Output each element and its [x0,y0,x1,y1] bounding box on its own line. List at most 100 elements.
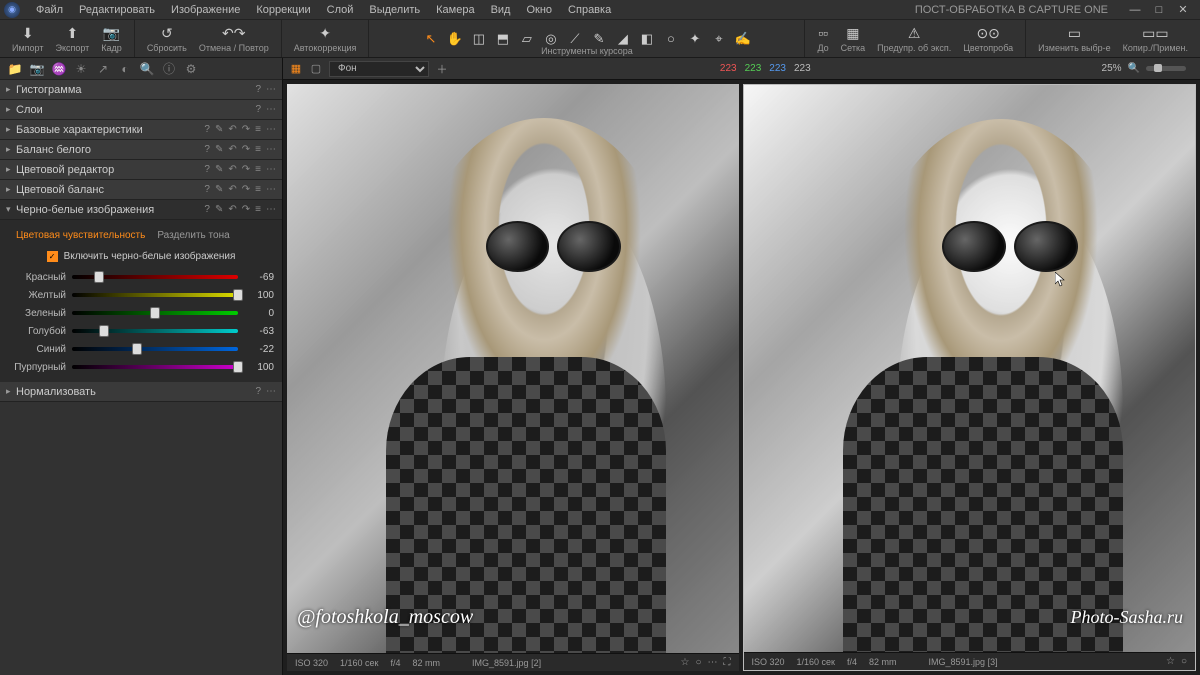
image-right[interactable]: Photo-Sasha.ru [744,85,1196,652]
tool-tab-1[interactable]: 📷 [30,62,44,76]
tool-tab-7[interactable]: ⓘ [162,62,176,76]
heal-tool-icon[interactable]: ✦ [687,31,703,47]
panel-action[interactable]: ↷ [242,184,250,195]
hand-tool-icon[interactable]: ✋ [447,31,463,47]
slider-track[interactable] [72,326,238,336]
menu-коррекции[interactable]: Коррекции [248,4,318,16]
expand-icon[interactable]: ⛶ [724,657,731,668]
panel-5-header[interactable]: ▸Цветовой баланс?✎↶↷≡⋯ [0,180,282,200]
panel-action[interactable]: ✎ [215,144,223,155]
panel-7-header[interactable]: ▸Нормализовать?⋯ [0,382,282,402]
экспорт-button[interactable]: ⬆Экспорт [49,20,95,57]
tool-tab-4[interactable]: ↗ [96,62,110,76]
panel-action[interactable]: ⋯ [266,104,276,115]
background-select[interactable]: Фон [329,61,429,77]
menu-выделить[interactable]: Выделить [361,4,428,16]
image-pane-left[interactable]: @fotoshkola_moscow ISO 3201/160 секf/482… [287,84,739,671]
panel-action[interactable]: ↷ [242,204,250,215]
panel-4-header[interactable]: ▸Цветовой редактор?✎↶↷≡⋯ [0,160,282,180]
panel-action[interactable]: ⋯ [266,184,276,195]
add-view-icon[interactable]: ＋ [435,62,449,76]
panel-3-header[interactable]: ▸Баланс белого?✎↶↷≡⋯ [0,140,282,160]
minimize-button[interactable]: — [1128,3,1142,17]
panel-action[interactable]: ⋯ [266,386,276,397]
image-pane-right[interactable]: Photo-Sasha.ru ISO 3201/160 секf/482 mm … [743,84,1197,671]
panel-action[interactable]: ≡ [255,204,261,215]
close-button[interactable]: ✕ [1176,3,1190,17]
slider-track[interactable] [72,362,238,372]
brush-tool-icon[interactable]: ✎ [591,31,607,47]
panel-action[interactable]: ✎ [215,204,223,215]
menu-изображение[interactable]: Изображение [163,4,248,16]
tool-tab-8[interactable]: ⚙ [184,62,198,76]
panel-1-header[interactable]: ▸Слои?⋯ [0,100,282,120]
автокоррекция-button[interactable]: ✦Автокоррекция [288,20,363,57]
кадр-button[interactable]: 📷Кадр [95,20,128,57]
slider-track[interactable] [72,272,238,282]
tool-tab-6[interactable]: 🔍 [140,62,154,76]
panel-action[interactable]: ⋯ [266,164,276,175]
цветопроба-button[interactable]: ⊙⊙Цветопроба [957,20,1019,57]
menu-файл[interactable]: Файл [28,4,71,16]
panel-action[interactable]: ? [255,104,261,115]
panel-action[interactable]: ↷ [242,144,250,155]
предупр-об-эксп--button[interactable]: ⚠Предупр. об эксп. [871,20,957,57]
color-tag-icon[interactable]: ○ [695,657,701,668]
menu-вид[interactable]: Вид [483,4,519,16]
slider-track[interactable] [72,290,238,300]
panel-action[interactable]: ⋯ [266,84,276,95]
menu-камера[interactable]: Камера [428,4,482,16]
отмена-повтор-button[interactable]: ↶↷Отмена / Повтор [193,20,275,57]
zoom-slider[interactable] [1146,66,1186,71]
menu-справка[interactable]: Справка [560,4,619,16]
panel-action[interactable]: ≡ [255,124,261,135]
tool-tab-0[interactable]: 📁 [8,62,22,76]
panel-action[interactable]: ? [204,204,210,215]
panel-action[interactable]: ≡ [255,184,261,195]
panel-action[interactable]: ↷ [242,124,250,135]
tool-tab-2[interactable]: ♒ [52,62,66,76]
spot-tool-icon[interactable]: ◎ [543,31,559,47]
rating-icon[interactable]: ☆ [680,657,689,668]
panel-action[interactable]: ✎ [215,164,223,175]
panel-action[interactable]: ✎ [215,124,223,135]
panel-0-header[interactable]: ▸Гистограмма?⋯ [0,80,282,100]
rating-icon[interactable]: ☆ [1166,656,1175,667]
panel-action[interactable]: ↷ [242,164,250,175]
panel-action[interactable]: ? [255,386,261,397]
image-left[interactable]: @fotoshkola_moscow [287,84,739,653]
копир-примен--button[interactable]: ▭▭Копир./Примен. [1117,20,1194,57]
eraser-tool-icon[interactable]: ◢ [615,31,631,47]
panel-action[interactable]: ? [204,184,210,195]
panel-action[interactable]: ? [204,144,210,155]
импорт-button[interactable]: ⬇Импорт [6,20,49,57]
panel-action[interactable]: ↶ [228,204,236,215]
slider-track[interactable] [72,344,238,354]
crop-tool-icon[interactable]: ◫ [471,31,487,47]
color-tag-icon[interactable]: ○ [1181,656,1187,667]
panel-6-header[interactable]: ▾Черно-белые изображения?✎↶↷≡⋯ [0,200,282,220]
сбросить-button[interactable]: ↺Сбросить [141,20,193,57]
panel-action[interactable]: ↶ [228,144,236,155]
bw-subtab-0[interactable]: Цветовая чувствительность [16,230,145,241]
more-icon[interactable]: ⋯ [708,657,718,668]
tool-tab-3[interactable]: ☀ [74,62,88,76]
bw-enable-row[interactable]: ✓Включить черно-белые изображения [8,245,274,268]
panel-action[interactable]: ↶ [228,184,236,195]
panel-action[interactable]: ≡ [255,144,261,155]
menu-слой[interactable]: Слой [319,4,362,16]
panel-action[interactable]: ? [204,124,210,135]
annotate-tool-icon[interactable]: ✍ [735,31,751,47]
panel-action[interactable]: ↶ [228,124,236,135]
maximize-button[interactable]: □ [1152,3,1166,17]
gradient-tool-icon[interactable]: ◧ [639,31,655,47]
изменить-выбр-е-button[interactable]: ▭Изменить выбр-е [1032,20,1117,57]
panel-action[interactable]: ? [204,164,210,175]
panel-action[interactable]: ⋯ [266,204,276,215]
panel-action[interactable]: ✎ [215,184,223,195]
pointer-tool-icon[interactable]: ↖ [423,31,439,47]
menu-окно[interactable]: Окно [518,4,560,16]
menu-редактировать[interactable]: Редактировать [71,4,163,16]
mask-tool-icon[interactable]: ⟋ [567,31,583,47]
tool-tab-5[interactable]: ◐ [118,62,132,76]
